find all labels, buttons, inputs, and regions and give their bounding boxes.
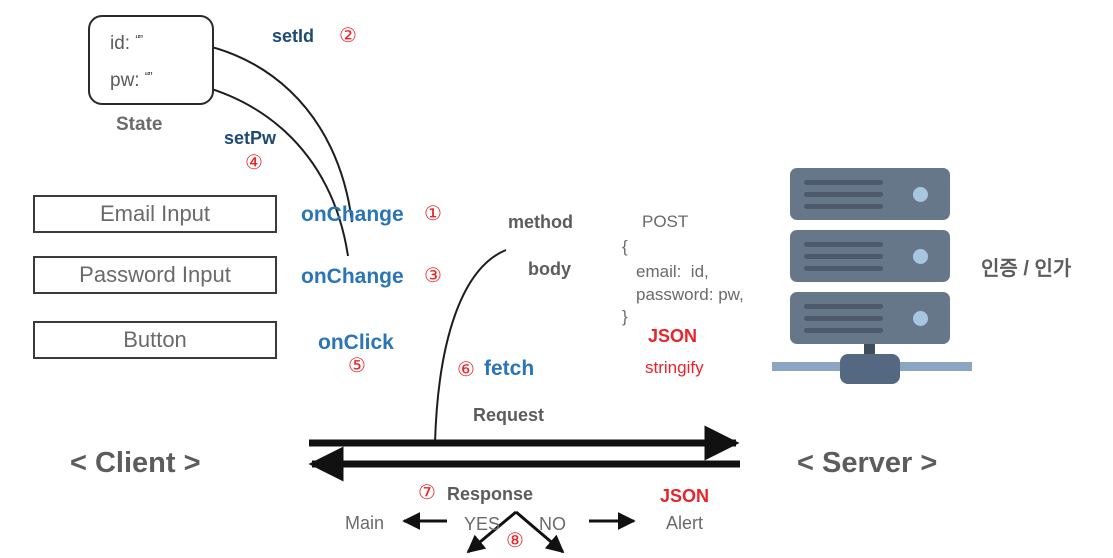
- response-label: Response: [447, 484, 534, 504]
- submit-button-label: Button: [123, 327, 187, 352]
- server-rack-line: [804, 254, 883, 259]
- step-number-6: ⑥: [457, 357, 475, 381]
- step-number-3: ③: [424, 263, 442, 287]
- server-caption: < Server >: [797, 447, 938, 479]
- fetch-body-key: body: [528, 259, 571, 279]
- server-stand-base: [840, 354, 900, 384]
- setid-label: setId: [272, 26, 315, 46]
- server-rack-line: [804, 242, 883, 247]
- fetch-method-key: method: [508, 212, 573, 232]
- decision-alert-label: Alert: [666, 513, 704, 533]
- email-input-box[interactable]: Email Input: [33, 195, 277, 233]
- server-rack-line: [804, 192, 883, 197]
- state-field-id-value: “”: [135, 32, 143, 47]
- server-status-dot: [913, 249, 928, 264]
- password-input-label: Password Input: [79, 262, 231, 287]
- server-rack-line: [804, 204, 883, 209]
- server-status-dot: [913, 311, 928, 326]
- body-brace-close: }: [622, 307, 628, 326]
- state-label: State: [116, 114, 163, 135]
- step-number-2: ②: [339, 23, 357, 47]
- state-field-id: id: “”: [110, 32, 143, 55]
- password-input-box[interactable]: Password Input: [33, 256, 277, 294]
- server-rack-2: [790, 230, 950, 282]
- fetch-method-value: POST: [642, 212, 689, 231]
- onchange-password-label: onChange: [301, 265, 404, 288]
- onclick-label: onClick: [318, 331, 394, 354]
- json-label: JSON: [648, 326, 698, 346]
- client-caption: < Client >: [70, 447, 201, 479]
- server-rack-line: [804, 328, 883, 333]
- body-brace-open: {: [622, 237, 628, 256]
- onchange-email-label: onChange: [301, 203, 404, 226]
- server-role-label: 인증 / 인가: [981, 258, 1072, 280]
- setpw-label: setPw: [224, 128, 277, 148]
- diagram-canvas: id: “” pw: “” State Email Input Password…: [0, 0, 1113, 558]
- submit-button-box[interactable]: Button: [33, 321, 277, 359]
- server-rack-line: [804, 180, 883, 185]
- state-field-pw-key: pw:: [110, 70, 140, 91]
- step-number-5: ⑤: [348, 353, 366, 377]
- server-status-dot: [913, 187, 928, 202]
- server-rack-1: [790, 168, 950, 220]
- state-field-pw: pw: “”: [110, 69, 152, 92]
- server-icon: [772, 168, 972, 384]
- response-json-label: JSON: [660, 486, 710, 506]
- state-field-pw-value: “”: [144, 69, 153, 84]
- stringify-label: stringify: [645, 358, 704, 377]
- decision-no-label: NO: [539, 514, 566, 534]
- server-rack-3: [790, 292, 950, 344]
- step-number-1: ①: [424, 201, 442, 225]
- fetch-label: fetch: [484, 357, 535, 380]
- server-rack-line: [804, 266, 883, 271]
- step-number-7: ⑦: [418, 480, 436, 504]
- state-box: id: “” pw: “”: [88, 15, 214, 105]
- step-number-4: ④: [245, 150, 263, 174]
- server-rack-line: [804, 316, 883, 321]
- server-rack-line: [804, 304, 883, 309]
- body-email-field: email: id,: [636, 262, 709, 281]
- state-field-id-key: id:: [110, 33, 131, 54]
- body-password-field: password: pw,: [636, 285, 744, 304]
- step-number-8: ⑧: [506, 528, 524, 552]
- email-input-label: Email Input: [99, 201, 211, 226]
- decision-yes-label: YES: [464, 514, 501, 534]
- request-label: Request: [473, 405, 545, 425]
- decision-main-label: Main: [345, 513, 385, 533]
